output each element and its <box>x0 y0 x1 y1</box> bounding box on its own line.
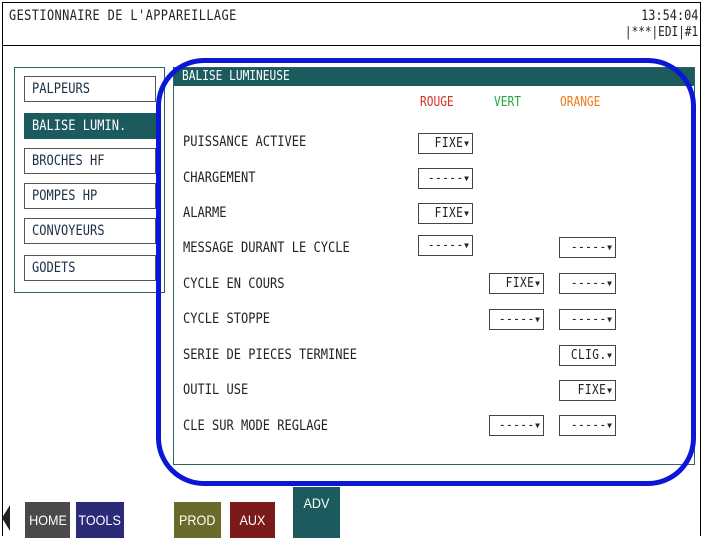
dropdown-rouge[interactable]: -----▼ <box>418 235 473 256</box>
chevron-down-icon: ▼ <box>535 279 540 288</box>
title-bar: GESTIONNAIRE DE L'APPAREILLAGE 13:54:04 … <box>3 3 700 46</box>
nav-prod-button[interactable]: PROD <box>174 502 221 538</box>
dropdown-vert[interactable]: -----▼ <box>489 309 544 330</box>
menu-item-convoyeurs[interactable]: CONVOYEURS <box>24 218 156 244</box>
menu-item-palpeurs[interactable]: PALPEURS <box>24 76 156 102</box>
menu-item-balise-lumin[interactable]: BALISE LUMIN. <box>24 113 156 139</box>
chevron-down-icon: ▼ <box>607 315 612 324</box>
app-title: GESTIONNAIRE DE L'APPAREILLAGE <box>9 8 237 24</box>
row-label: CYCLE STOPPE <box>183 311 270 327</box>
row-label: SERIE DE PIECES TERMINEE <box>183 347 357 363</box>
side-menu: PALPEURS BALISE LUMIN. BROCHES HF POMPES… <box>14 67 165 293</box>
back-arrow-icon[interactable] <box>2 505 10 531</box>
dropdown-vert[interactable]: -----▼ <box>489 415 544 436</box>
dropdown-orange[interactable]: -----▼ <box>559 237 616 258</box>
chevron-down-icon: ▼ <box>464 139 469 148</box>
menu-item-broches-hf[interactable]: BROCHES HF <box>24 148 156 174</box>
row-label: PUISSANCE ACTIVEE <box>183 134 307 150</box>
dropdown-rouge[interactable]: -----▼ <box>418 168 473 189</box>
dropdown-rouge[interactable]: FIXE▼ <box>418 133 473 154</box>
menu-item-pompes-hp[interactable]: POMPES HP <box>24 183 156 209</box>
chevron-down-icon: ▼ <box>607 351 612 360</box>
chevron-down-icon: ▼ <box>607 279 612 288</box>
dropdown-vert[interactable]: FIXE▼ <box>489 273 544 294</box>
row-label: CYCLE EN COURS <box>183 276 285 292</box>
chevron-down-icon: ▼ <box>464 174 469 183</box>
status-indicator: |***|EDI|#1 <box>624 25 698 40</box>
menu-item-godets[interactable]: GODETS <box>24 255 156 281</box>
nav-tools-button[interactable]: TOOLS <box>76 502 124 538</box>
chevron-down-icon: ▼ <box>535 421 540 430</box>
dropdown-orange[interactable]: FIXE▼ <box>559 380 616 401</box>
nav-adv-button[interactable]: ADV <box>293 487 340 538</box>
panel-title: BALISE LUMINEUSE <box>174 68 694 86</box>
nav-aux-button[interactable]: AUX <box>230 502 275 538</box>
dropdown-orange[interactable]: -----▼ <box>559 415 616 436</box>
nav-home-button[interactable]: HOME <box>25 502 70 538</box>
clock: 13:54:04 <box>640 8 698 24</box>
row-label: CHARGEMENT <box>183 170 256 186</box>
dropdown-orange[interactable]: CLIG.▼ <box>559 345 616 366</box>
row-label: ALARME <box>183 205 227 221</box>
chevron-down-icon: ▼ <box>464 209 469 218</box>
balise-panel: BALISE LUMINEUSE ROUGE VERT ORANGE PUISS… <box>173 67 695 465</box>
row-label: OUTIL USE <box>183 382 249 398</box>
chevron-down-icon: ▼ <box>607 243 612 252</box>
column-vert-header: VERT <box>494 95 521 110</box>
chevron-down-icon: ▼ <box>607 386 612 395</box>
chevron-down-icon: ▼ <box>464 241 469 250</box>
chevron-down-icon: ▼ <box>607 421 612 430</box>
column-rouge-header: ROUGE <box>420 95 454 110</box>
row-label: MESSAGE DURANT LE CYCLE <box>183 240 350 256</box>
column-orange-header: ORANGE <box>560 95 601 110</box>
dropdown-orange[interactable]: -----▼ <box>559 273 616 294</box>
dropdown-orange[interactable]: -----▼ <box>559 309 616 330</box>
chevron-down-icon: ▼ <box>535 315 540 324</box>
dropdown-rouge[interactable]: FIXE▼ <box>418 203 473 224</box>
row-label: CLE SUR MODE REGLAGE <box>183 418 328 434</box>
